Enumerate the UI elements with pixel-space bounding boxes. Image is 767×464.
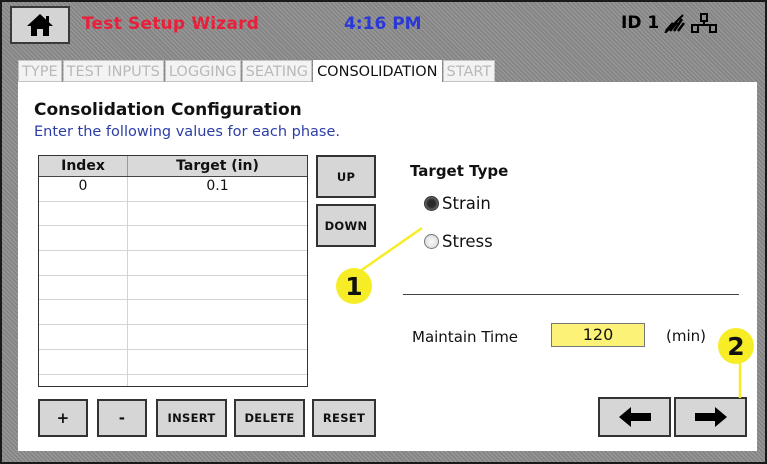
callout-1: 1	[336, 268, 372, 304]
wizard-window: Test Setup Wizard 4:16 PM ID 1 TYPE TEST…	[0, 0, 767, 464]
callout-2: 2	[718, 328, 754, 364]
callout-lines	[355, 226, 742, 398]
